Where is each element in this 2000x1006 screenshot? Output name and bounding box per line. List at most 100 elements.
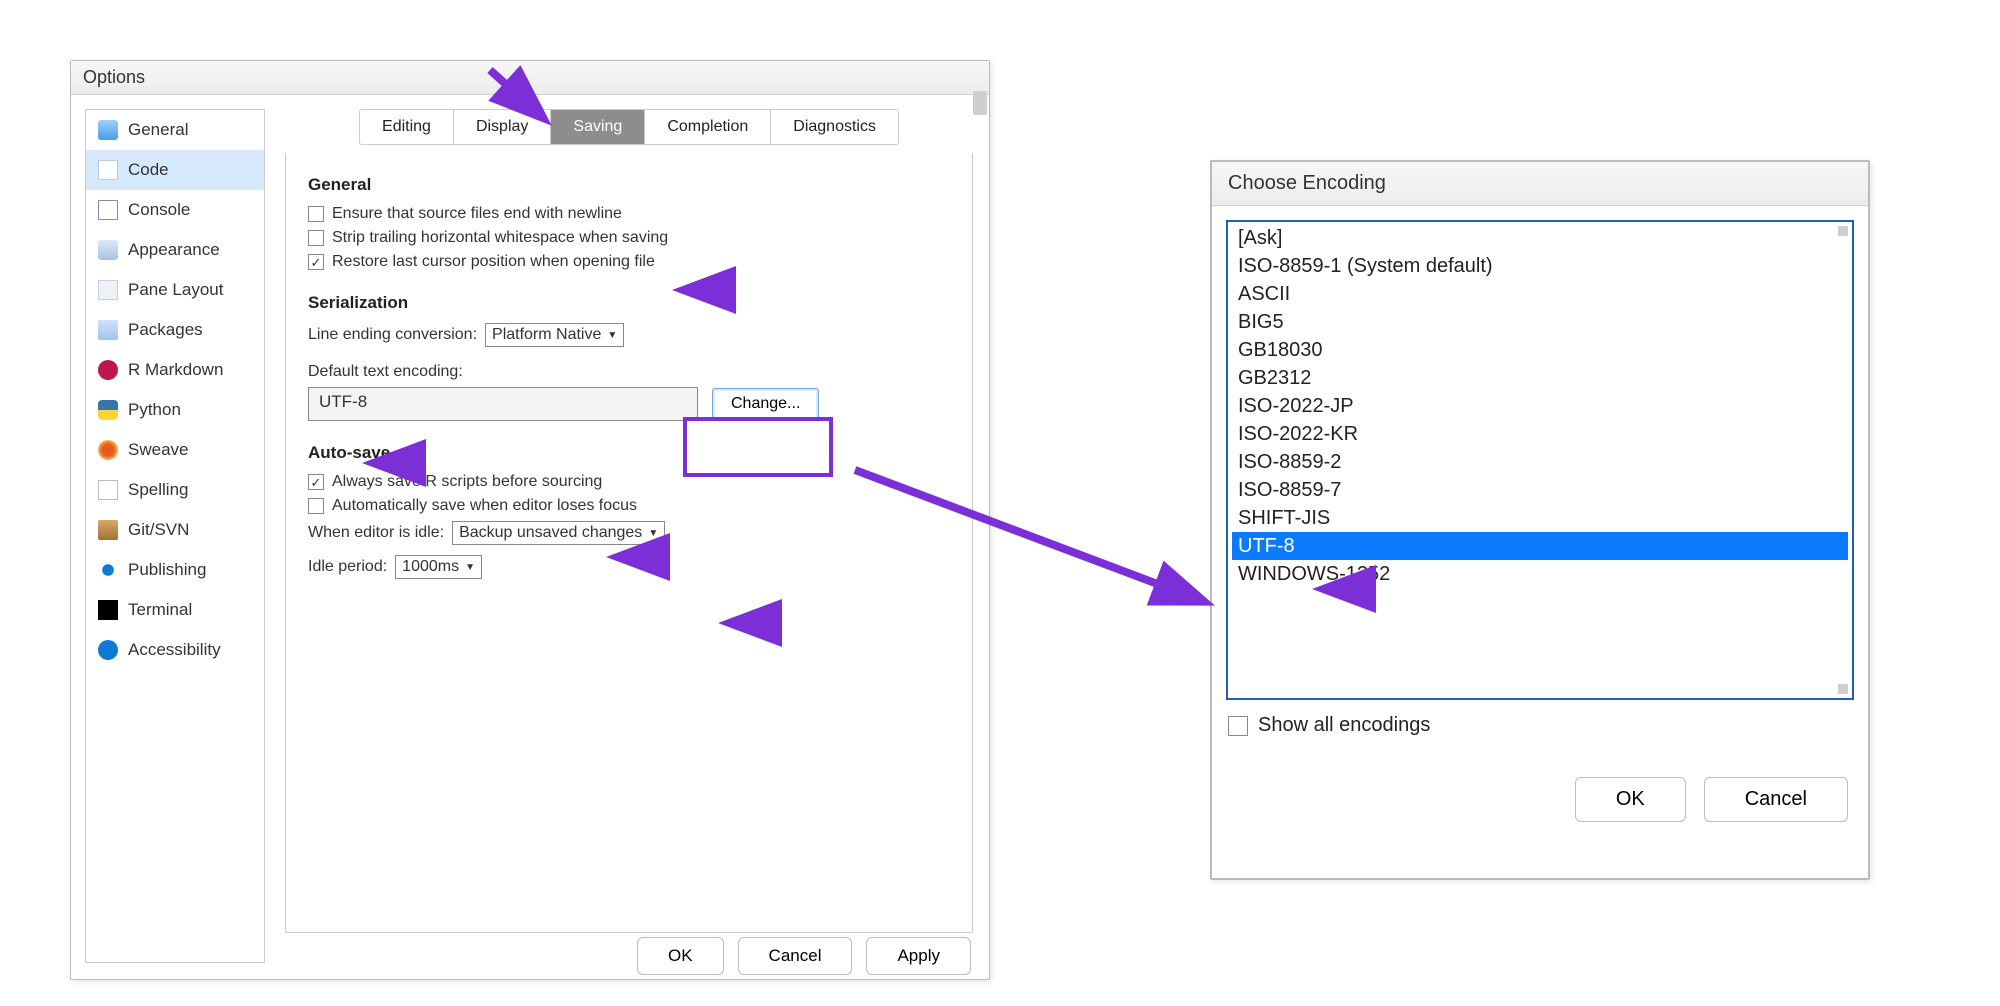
sidebar-item-python[interactable]: Python — [86, 390, 264, 430]
encoding-item[interactable]: ISO-8859-7 — [1232, 476, 1848, 504]
heading-serialization: Serialization — [308, 293, 950, 313]
sidebar-item-label: Terminal — [128, 600, 192, 620]
select-line-ending[interactable]: Platform Native ▼ — [485, 323, 624, 347]
encoding-item[interactable]: ISO-2022-JP — [1232, 392, 1848, 420]
encoding-item[interactable]: UTF-8 — [1232, 532, 1848, 560]
options-title: Options — [71, 61, 989, 95]
sidebar-item-label: R Markdown — [128, 360, 223, 380]
rmd-icon — [98, 360, 118, 380]
select-idle-period-value: 1000ms — [402, 558, 459, 576]
label-when-idle: When editor is idle: — [308, 524, 444, 542]
options-dialog: Options General Code Console Appearance Pane… — [70, 60, 990, 980]
accessibility-icon — [98, 640, 118, 660]
encoding-item[interactable]: ISO-2022-KR — [1232, 420, 1848, 448]
sidebar-item-label: Code — [128, 160, 169, 180]
label-always-save: Always save R scripts before sourcing — [332, 473, 602, 491]
encoding-item[interactable]: ASCII — [1232, 280, 1848, 308]
sidebar-item-label: Sweave — [128, 440, 188, 460]
sidebar-item-pane[interactable]: Pane Layout — [86, 270, 264, 310]
general-icon — [98, 120, 118, 140]
sidebar-item-spelling[interactable]: Spelling — [86, 470, 264, 510]
publishing-icon — [98, 560, 118, 580]
checkbox-auto-save-focus[interactable] — [308, 498, 324, 514]
checkbox-always-save[interactable] — [308, 474, 324, 490]
sidebar-item-accessibility[interactable]: Accessibility — [86, 630, 264, 670]
python-icon — [98, 400, 118, 420]
sidebar-item-terminal[interactable]: Terminal — [86, 590, 264, 630]
cancel-button[interactable]: Cancel — [1704, 777, 1848, 822]
encoding-item[interactable]: BIG5 — [1232, 308, 1848, 336]
caret-icon: ▼ — [465, 562, 475, 573]
select-idle-action-value: Backup unsaved changes — [459, 524, 642, 542]
options-buttons: OK Cancel Apply — [637, 937, 971, 975]
label-line-ending: Line ending conversion: — [308, 326, 477, 344]
heading-general: General — [308, 175, 950, 195]
sidebar-item-publishing[interactable]: Publishing — [86, 550, 264, 590]
encoding-item[interactable]: ISO-8859-1 (System default) — [1232, 252, 1848, 280]
choose-encoding-dialog: Choose Encoding [Ask]ISO-8859-1 (System … — [1210, 160, 1870, 880]
sidebar-item-console[interactable]: Console — [86, 190, 264, 230]
git-icon — [98, 520, 118, 540]
tab-editing[interactable]: Editing — [360, 110, 454, 144]
sweave-icon — [98, 440, 118, 460]
sidebar-item-general[interactable]: General — [86, 110, 264, 150]
sidebar-item-sweave[interactable]: Sweave — [86, 430, 264, 470]
label-auto-save-focus: Automatically save when editor loses foc… — [332, 497, 637, 515]
sidebar-item-label: Git/SVN — [128, 520, 189, 540]
packages-icon — [98, 320, 118, 340]
pane-icon — [98, 280, 118, 300]
encoding-item[interactable]: WINDOWS-1252 — [1232, 560, 1848, 588]
tab-saving[interactable]: Saving — [551, 110, 645, 144]
cancel-button[interactable]: Cancel — [738, 937, 853, 975]
sidebar-item-code[interactable]: Code — [86, 150, 264, 190]
sidebar-item-label: Console — [128, 200, 190, 220]
sidebar-item-git[interactable]: Git/SVN — [86, 510, 264, 550]
sidebar-item-label: Pane Layout — [128, 280, 223, 300]
caret-icon: ▼ — [648, 528, 658, 539]
tab-completion[interactable]: Completion — [645, 110, 771, 144]
checkbox-restore-cursor[interactable] — [308, 254, 324, 270]
checkbox-strip-ws[interactable] — [308, 230, 324, 246]
sidebar-item-label: Accessibility — [128, 640, 221, 660]
label-strip-ws: Strip trailing horizontal whitespace whe… — [332, 229, 668, 247]
appearance-icon — [98, 240, 118, 260]
change-button[interactable]: Change... — [712, 388, 819, 420]
encoding-item[interactable]: SHIFT-JIS — [1232, 504, 1848, 532]
input-default-encoding[interactable]: UTF-8 — [308, 387, 698, 421]
encoding-listbox[interactable]: [Ask]ISO-8859-1 (System default)ASCIIBIG… — [1226, 220, 1854, 700]
sidebar-item-label: Python — [128, 400, 181, 420]
tab-bar: Editing Display Saving Completion Diagno… — [359, 109, 899, 145]
sidebar-item-label: General — [128, 120, 188, 140]
tab-display[interactable]: Display — [454, 110, 551, 144]
heading-autosave: Auto-save — [308, 443, 950, 463]
ok-button[interactable]: OK — [637, 937, 724, 975]
tab-diagnostics[interactable]: Diagnostics — [771, 110, 898, 144]
label-ensure-newline: Ensure that source files end with newlin… — [332, 205, 622, 223]
encoding-item[interactable]: GB18030 — [1232, 336, 1848, 364]
sidebar-item-rmd[interactable]: R Markdown — [86, 350, 264, 390]
sidebar-item-label: Packages — [128, 320, 203, 340]
sidebar-item-label: Appearance — [128, 240, 220, 260]
checkbox-show-all-encodings[interactable] — [1228, 716, 1248, 736]
options-content: Editing Display Saving Completion Diagno… — [265, 95, 989, 977]
sidebar-item-label: Publishing — [128, 560, 206, 580]
encoding-item[interactable]: [Ask] — [1232, 224, 1848, 252]
apply-button[interactable]: Apply — [866, 937, 971, 975]
encoding-item[interactable]: GB2312 — [1232, 364, 1848, 392]
encoding-item[interactable]: ISO-8859-2 — [1232, 448, 1848, 476]
sidebar-item-label: Spelling — [128, 480, 189, 500]
select-idle-action[interactable]: Backup unsaved changes ▼ — [452, 521, 665, 545]
checkbox-ensure-newline[interactable] — [308, 206, 324, 222]
sidebar-item-packages[interactable]: Packages — [86, 310, 264, 350]
select-idle-period[interactable]: 1000ms ▼ — [395, 555, 482, 579]
label-restore-cursor: Restore last cursor position when openin… — [332, 253, 655, 271]
scrollbar[interactable] — [1836, 226, 1850, 694]
options-sidebar: General Code Console Appearance Pane Layout P… — [85, 109, 265, 963]
console-icon — [98, 200, 118, 220]
sidebar-item-appearance[interactable]: Appearance — [86, 230, 264, 270]
spelling-icon — [98, 480, 118, 500]
ok-button[interactable]: OK — [1575, 777, 1686, 822]
caret-icon: ▼ — [607, 330, 617, 341]
label-default-encoding: Default text encoding: — [308, 363, 463, 381]
code-icon — [98, 160, 118, 180]
